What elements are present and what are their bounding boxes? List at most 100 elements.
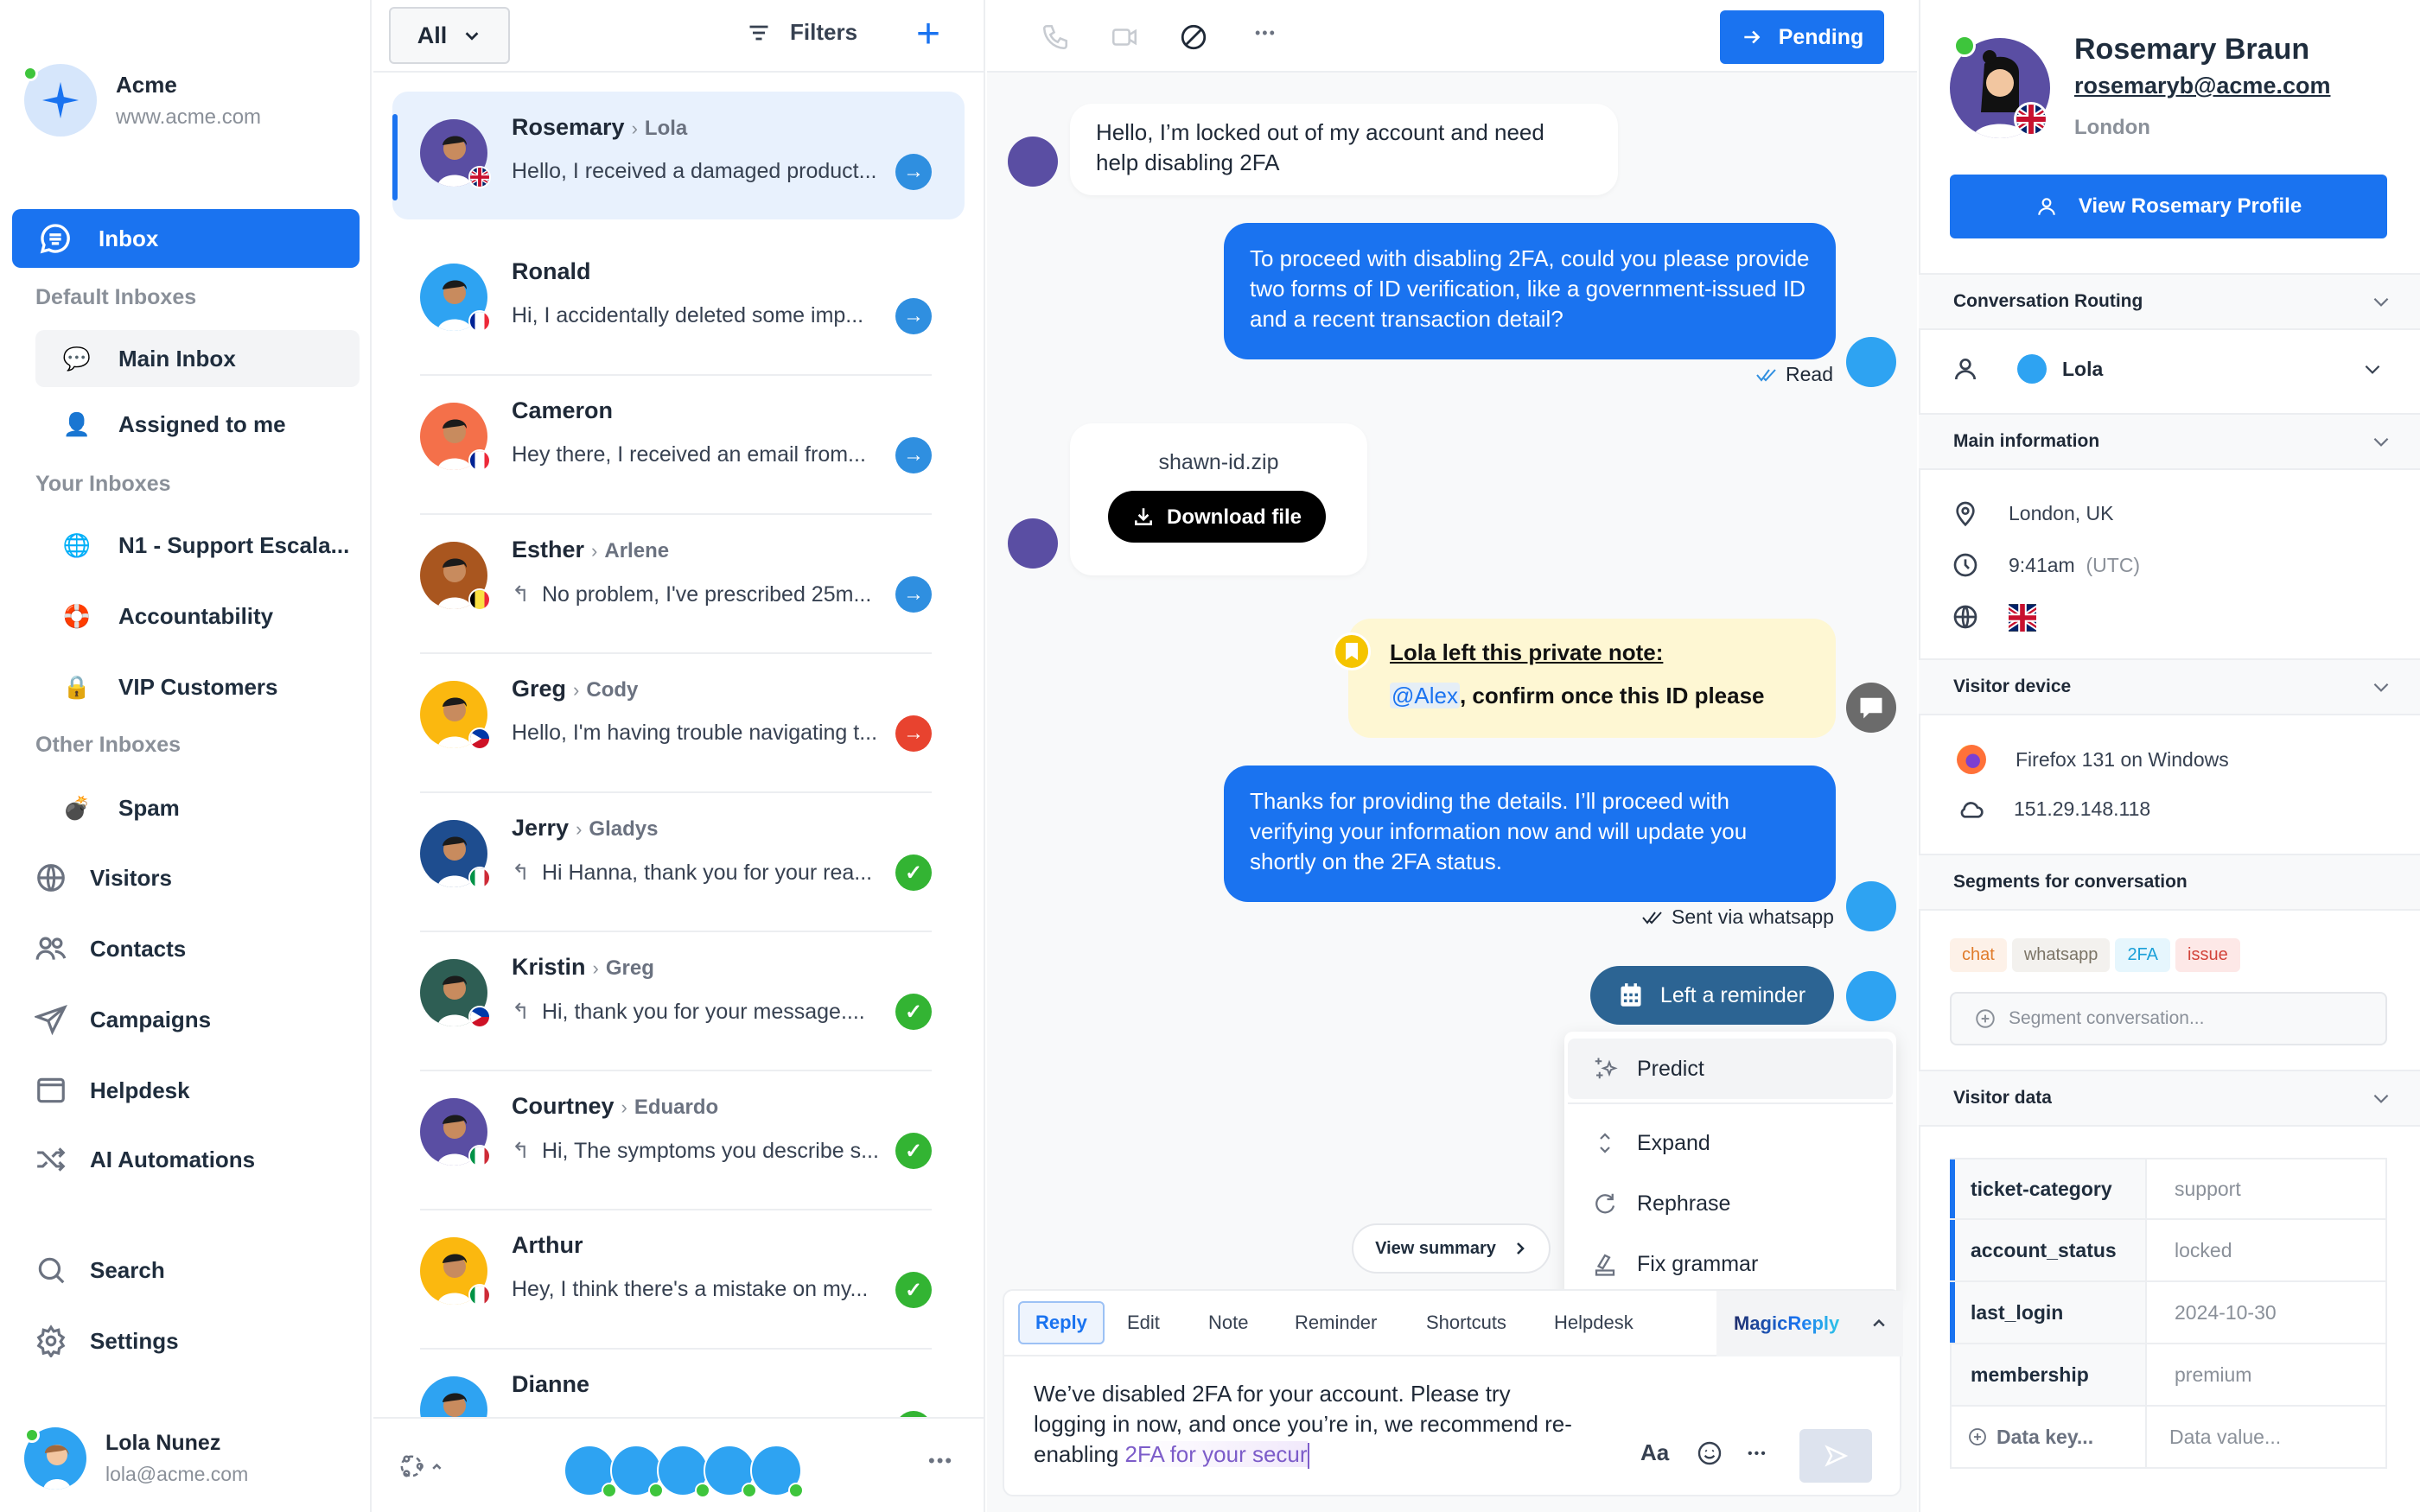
section-title: Main information — [1953, 431, 2100, 451]
conversation-item[interactable]: Jerry › Gladys ↰ Hi Hanna, thank you for you… — [392, 792, 965, 932]
view-profile-button[interactable]: View Rosemary Profile — [1950, 175, 2387, 238]
message-preview: Hey there, I received an email from... — [512, 442, 866, 467]
menu-item-fix-grammar[interactable]: Fix grammar — [1568, 1234, 1893, 1294]
conversation-item[interactable]: Rosemary › Lola Hello, I received a damaged… — [392, 92, 965, 219]
tab-helpdesk[interactable]: Helpdesk — [1554, 1301, 1634, 1344]
sidebar-item-visitors[interactable]: Visitors — [35, 852, 360, 904]
contact-email[interactable]: rosemaryb@acme.com — [2074, 73, 2330, 99]
status-arrow-icon[interactable]: → — [895, 298, 932, 334]
segment-tag[interactable]: whatsapp — [2011, 938, 2111, 972]
tab-shortcuts[interactable]: Shortcuts — [1426, 1301, 1506, 1344]
sidebar-item-accountability[interactable]: 🛟 Accountability — [35, 588, 360, 645]
sidebar-item-search[interactable]: Search — [35, 1244, 360, 1296]
reply-input[interactable]: We’ve disabled 2FA for your account. Ple… — [1034, 1379, 1587, 1470]
section-visitor-data[interactable]: Visitor data — [1919, 1070, 2420, 1127]
country-flag-icon — [468, 166, 491, 188]
conversation-item[interactable]: Esther › Arlene ↰ No problem, I've prescribe… — [392, 514, 965, 654]
menu-item-rephrase[interactable]: Rephrase — [1568, 1173, 1893, 1234]
more-options-icon[interactable]: ••• — [1748, 1446, 1767, 1462]
inbox-filter-select[interactable]: All — [389, 7, 510, 64]
tab-edit[interactable]: Edit — [1127, 1301, 1160, 1344]
conversation-item[interactable]: Ronald Hi, I accidentally deleted some im… — [392, 236, 965, 376]
team-circle-icon[interactable] — [399, 1452, 448, 1481]
sidebar-item-ai-automations[interactable]: AI Automations — [35, 1134, 360, 1185]
pending-status-button[interactable]: Pending — [1720, 10, 1884, 64]
sidebar-item-main-inbox[interactable]: 💬 Main Inbox — [35, 330, 360, 387]
menu-item-expand[interactable]: Expand — [1568, 1113, 1893, 1173]
data-key[interactable]: membership — [1952, 1344, 2147, 1405]
cloud-icon — [1960, 802, 1984, 818]
more-options-icon[interactable]: ••• — [1255, 24, 1277, 42]
data-key[interactable]: account_status — [1950, 1220, 2147, 1280]
download-file-button[interactable]: Download file — [1108, 491, 1326, 543]
menu-item-label: Fix grammar — [1637, 1251, 1759, 1276]
conversation-item[interactable]: Greg › Cody Hello, I'm having trouble navig… — [392, 653, 965, 793]
data-value[interactable]: premium — [2147, 1344, 2385, 1405]
section-main-information[interactable]: Main information — [1919, 413, 2420, 470]
status-arrow-icon[interactable]: → — [895, 715, 932, 752]
send-button[interactable] — [1799, 1429, 1872, 1483]
resolved-check-icon[interactable]: ✓ — [895, 854, 932, 891]
data-key[interactable]: last_login — [1950, 1282, 2147, 1343]
conversation-item[interactable]: Arthur Hey, I think there's a mistake on … — [392, 1210, 965, 1350]
section-visitor-device[interactable]: Visitor device — [1919, 658, 2420, 715]
sidebar-item-settings[interactable]: Settings — [35, 1315, 360, 1367]
block-icon[interactable] — [1179, 22, 1208, 52]
resolved-check-icon[interactable]: ✓ — [895, 1272, 932, 1308]
reminder-event[interactable]: Left a reminder — [1590, 966, 1834, 1025]
magic-reply-toggle[interactable]: MagicReply — [1716, 1291, 1903, 1356]
filters-button[interactable]: Filters — [747, 19, 857, 46]
mention-alex[interactable]: @Alex — [1390, 683, 1460, 708]
data-key[interactable]: ticket-category — [1950, 1159, 2147, 1218]
sidebar-item-contacts[interactable]: Contacts — [35, 923, 360, 975]
eraser-icon — [1595, 1254, 1615, 1276]
expand-icon — [1600, 1133, 1610, 1153]
data-value[interactable]: locked — [2147, 1220, 2385, 1280]
status-arrow-icon[interactable]: → — [895, 154, 932, 190]
your-inboxes-heading: Your Inboxes — [35, 472, 171, 496]
new-conversation-button[interactable]: + — [916, 10, 940, 59]
current-user[interactable]: Lola Nunez lola@acme.com — [24, 1427, 248, 1490]
data-value-input[interactable]: Data value... — [2147, 1407, 2385, 1467]
data-value[interactable]: support — [2147, 1159, 2385, 1218]
format-text-button[interactable]: Aa — [1640, 1439, 1669, 1466]
segment-tag[interactable]: 2FA — [2115, 938, 2171, 972]
segment-tag[interactable]: chat — [1950, 938, 2007, 972]
online-agents-stack[interactable] — [564, 1445, 804, 1498]
sidebar-item-assigned-to-me[interactable]: 👤 Assigned to me — [35, 396, 360, 453]
segment-input[interactable]: Segment conversation... — [1950, 992, 2387, 1045]
workspace-brand[interactable]: Acme www.acme.com — [22, 64, 261, 137]
more-options-icon[interactable]: ••• — [928, 1450, 953, 1472]
view-summary-button[interactable]: View summary — [1352, 1223, 1551, 1274]
status-arrow-icon[interactable]: → — [895, 576, 932, 613]
menu-item-predict[interactable]: Predict — [1568, 1039, 1893, 1099]
emoji-icon[interactable] — [1696, 1439, 1723, 1467]
local-time-value: 9:41am — [2009, 553, 2075, 576]
data-value[interactable]: 2024-10-30 — [2147, 1282, 2385, 1343]
agent-avatar — [704, 1445, 757, 1498]
conversation-item[interactable]: Courtney › Eduardo ↰ Hi, The symptoms you de… — [392, 1070, 965, 1210]
sidebar-item-inbox[interactable]: Inbox — [12, 209, 360, 268]
resolved-check-icon[interactable]: ✓ — [895, 1133, 932, 1169]
data-key-input[interactable]: Data key... — [1952, 1407, 2147, 1467]
tab-reminder[interactable]: Reminder — [1295, 1301, 1377, 1344]
sidebar-item-vip-customers[interactable]: 🔒 VIP Customers — [35, 658, 360, 715]
sidebar-item-n1-support[interactable]: 🌐 N1 - Support Escala... — [35, 517, 360, 574]
section-conversation-routing[interactable]: Conversation Routing — [1919, 273, 2420, 330]
tab-note[interactable]: Note — [1208, 1301, 1248, 1344]
conversation-item[interactable]: Cameron Hey there, I received an email fr… — [392, 375, 965, 515]
sidebar-item-helpdesk[interactable]: Helpdesk — [35, 1064, 360, 1116]
segment-tag[interactable]: issue — [2175, 938, 2240, 972]
video-camera-icon[interactable] — [1110, 22, 1139, 52]
assignee-row[interactable]: Lola — [1952, 354, 2384, 384]
conversation-item[interactable]: Kristin › Greg ↰ Hi, thank you for your mess… — [392, 931, 965, 1071]
phone-icon[interactable] — [1041, 22, 1070, 52]
status-arrow-icon[interactable]: → — [895, 437, 932, 473]
magic-reply-label: MagicReply — [1734, 1312, 1840, 1334]
sidebar-item-campaigns[interactable]: Campaigns — [35, 994, 360, 1045]
reply-composer: Reply Edit Note Reminder Shortcuts Helpd… — [1003, 1289, 1903, 1496]
sidebar-item-spam[interactable]: 💣 Spam — [35, 779, 360, 836]
tab-reply[interactable]: Reply — [1018, 1301, 1105, 1344]
resolved-check-icon[interactable]: ✓ — [895, 994, 932, 1030]
pending-label: Pending — [1778, 24, 1864, 49]
